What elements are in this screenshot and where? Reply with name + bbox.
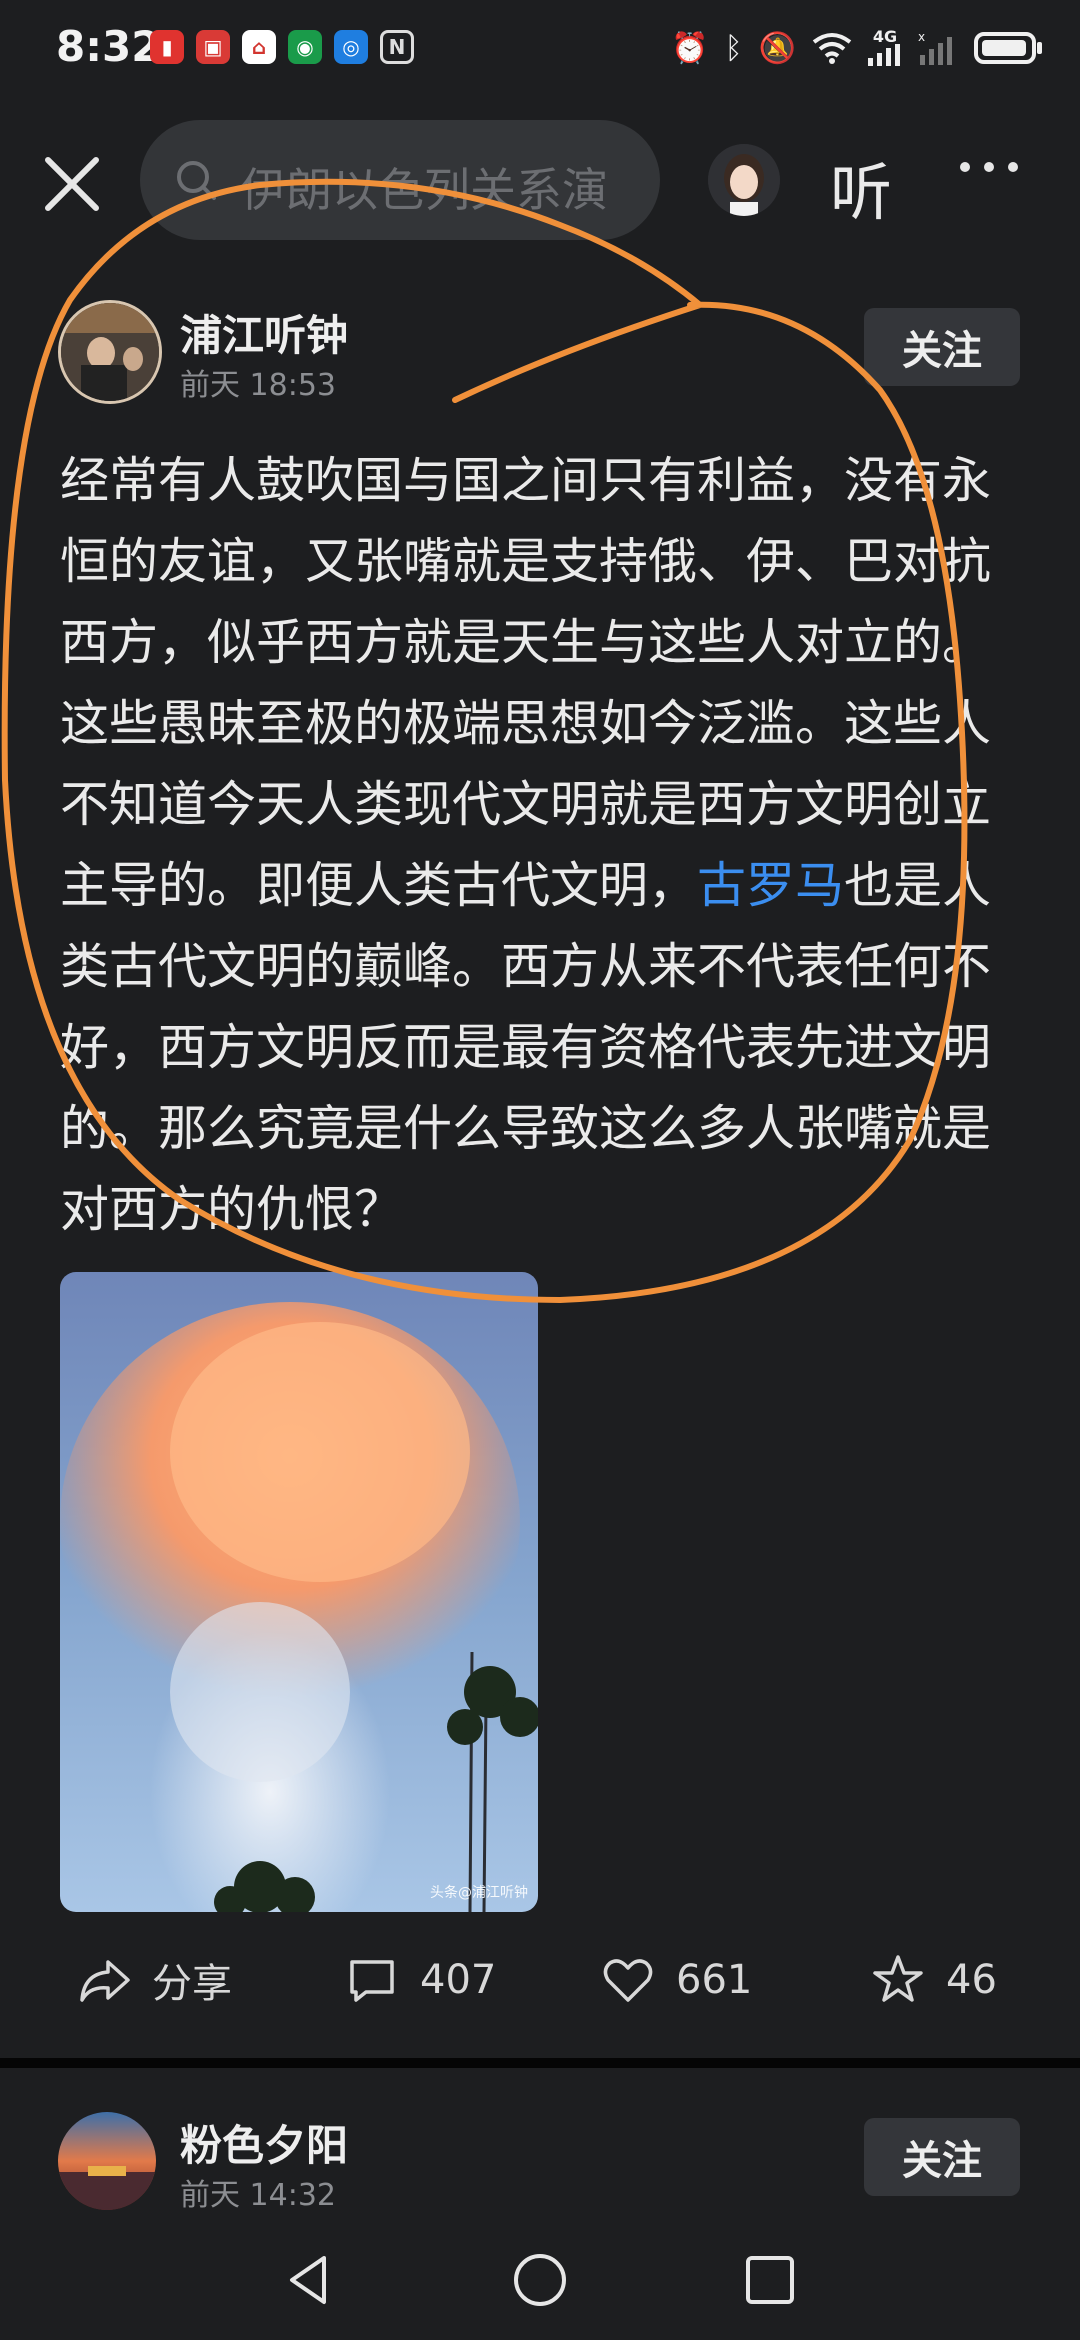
top-bar: 伊朗以色列关系演 听 — [0, 118, 1080, 242]
feed-divider — [0, 2058, 1080, 2068]
home-icon[interactable] — [510, 2250, 570, 2310]
next-follow-button[interactable]: 关注 — [864, 2118, 1020, 2196]
user-avatar[interactable] — [708, 144, 780, 216]
post-text-part1: 经常有人鼓吹国与国之间只有利益，没有永恒的友谊，又张嘴就是支持俄、伊、巴对抗西方… — [60, 452, 992, 914]
like-button[interactable]: 661 — [600, 1940, 752, 2020]
heart-icon — [603, 1959, 653, 2002]
bluetooth-icon: ᛒ — [724, 30, 743, 66]
topic-link[interactable]: 古罗马 — [697, 857, 844, 914]
next-post-time: 前天 14:32 — [180, 2178, 336, 2213]
search-input[interactable]: 伊朗以色列关系演 — [140, 120, 660, 240]
wifi-icon — [812, 33, 852, 64]
post-image[interactable]: 头条@浦江听钟 — [60, 1272, 538, 1912]
house-app-icon: ⌂ — [242, 30, 276, 64]
next-author-name[interactable]: 粉色夕阳 — [180, 2112, 348, 2173]
post-body: 经常有人鼓吹国与国之间只有利益，没有永恒的友谊，又张嘴就是支持俄、伊、巴对抗西方… — [60, 440, 1000, 1250]
notification-icons: ▮ ▣ ⌂ ◉ ◎ N — [150, 30, 414, 64]
close-icon[interactable] — [40, 152, 104, 216]
more-options-icon[interactable] — [960, 162, 1018, 172]
follow-button[interactable]: 关注 — [864, 308, 1020, 386]
comment-count: 407 — [420, 1957, 497, 2003]
share-icon — [80, 1960, 130, 2002]
post-author-row: 浦江听钟 前天 18:53 关注 — [0, 290, 1080, 410]
news-app-icon: ▣ — [196, 30, 230, 64]
nfc-icon: N — [380, 30, 414, 64]
recents-icon[interactable] — [740, 2250, 800, 2310]
status-bar: 8:32 ▮ ▣ ⌂ ◉ ◎ N ⏰ ᛒ 🔕 4G x — [0, 0, 1080, 100]
listen-button[interactable]: 听 — [830, 142, 892, 232]
search-placeholder: 伊朗以色列关系演 — [240, 163, 608, 217]
post-text-part2: 也是人类古代文明的巅峰。西方从来不代表任何不好，西方文明反而是最有资格代表先进文… — [60, 857, 992, 1238]
image-watermark: 头条@浦江听钟 — [430, 1885, 528, 1901]
comment-button[interactable]: 407 — [344, 1940, 496, 2020]
system-icons: ⏰ ᛒ 🔕 4G x — [671, 29, 1042, 66]
mute-icon: 🔕 — [758, 30, 796, 66]
post-time: 前天 18:53 — [180, 368, 336, 403]
share-label: 分享 — [152, 1961, 232, 2007]
share-button[interactable]: 分享 — [76, 1940, 232, 2020]
battery-icon — [974, 32, 1042, 64]
post-actions: 分享 407 661 46 — [0, 1940, 1080, 2020]
favorite-count: 46 — [946, 1957, 997, 2003]
svg-text:x: x — [918, 31, 925, 44]
author-name[interactable]: 浦江听钟 — [180, 302, 348, 363]
signal-icon: 4G — [868, 29, 902, 66]
next-post-author-row: 粉色夕阳 前天 14:32 关注 — [0, 2100, 1080, 2220]
star-icon — [873, 1955, 923, 2002]
green-app-icon: ◉ — [288, 30, 322, 64]
search-icon — [177, 161, 216, 200]
blue-app-icon: ◎ — [334, 30, 368, 64]
status-time: 8:32 — [56, 22, 161, 71]
signal-icon-2: x — [918, 31, 952, 65]
alarm-icon: ⏰ — [671, 30, 709, 66]
favorite-button[interactable]: 46 — [870, 1940, 997, 2020]
like-count: 661 — [676, 1957, 753, 2003]
system-nav-bar — [0, 2230, 1080, 2340]
author-avatar[interactable] — [58, 300, 162, 404]
comment-icon — [350, 1960, 394, 2002]
red-app-icon: ▮ — [150, 30, 184, 64]
next-author-avatar[interactable] — [58, 2112, 156, 2210]
back-icon[interactable] — [280, 2250, 340, 2310]
